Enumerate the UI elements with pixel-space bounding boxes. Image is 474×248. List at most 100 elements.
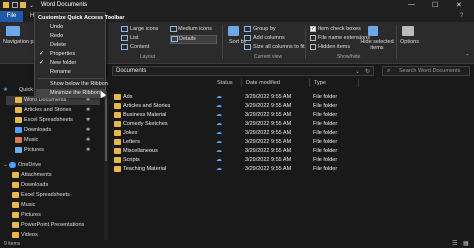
menu-item-new-folder[interactable]: ✓ New folder — [36, 59, 106, 68]
nav-item-od-downloads[interactable]: Downloads — [12, 181, 102, 190]
navigation-pane-icon[interactable] — [6, 26, 20, 36]
table-row[interactable]: Ads ☁ 3/29/2022 9:55 AM File folder — [108, 93, 474, 102]
menu-item-minimize-ribbon[interactable]: Minimize the Ribbon — [36, 89, 106, 98]
refresh-icon[interactable]: ↻ — [365, 68, 370, 75]
large-icons-icon — [121, 26, 128, 32]
music-icon — [15, 137, 22, 143]
folder-icon — [3, 2, 9, 8]
details-option[interactable]: Details — [179, 36, 196, 42]
tiles-view-icon[interactable]: ▦ — [463, 240, 469, 247]
chevron-down-icon: ⌄ — [3, 162, 8, 168]
scroll-thumb[interactable] — [105, 91, 107, 161]
hidden-items-label: Hidden items — [318, 44, 351, 50]
folder-icon — [114, 121, 121, 127]
details-view-icon[interactable]: ☰ — [452, 240, 457, 247]
table-row[interactable]: Business Material ☁ 3/29/2022 9:55 AM Fi… — [108, 111, 474, 120]
search-box[interactable]: ⌕ Search Word Documents — [382, 66, 470, 76]
quick-access-properties-icon[interactable] — [12, 2, 18, 8]
cloud-status-icon: ☁ — [216, 166, 222, 172]
table-row[interactable]: Letters ☁ 3/29/2022 9:55 AM File folder — [108, 138, 474, 147]
nav-item-od-music[interactable]: Music — [12, 201, 102, 210]
item-check-boxes-label: Item check boxes — [318, 26, 361, 32]
add-columns-button[interactable]: Add columns — [253, 35, 285, 41]
medium-icons-option[interactable]: Medium icons — [178, 26, 212, 32]
tab-file[interactable]: File — [0, 11, 23, 22]
folder-icon — [114, 112, 121, 118]
folder-icon — [15, 117, 22, 123]
quick-access-new-folder-icon[interactable] — [20, 2, 26, 8]
nav-item-od-videos[interactable]: Videos — [12, 231, 102, 240]
folder-icon — [114, 148, 121, 154]
list-option[interactable]: List — [130, 35, 139, 41]
address-path: Documents — [116, 68, 147, 74]
folder-icon — [12, 212, 19, 218]
table-row[interactable]: Scripts ☁ 3/29/2022 9:55 AM File folder — [108, 156, 474, 165]
nav-item-music[interactable]: Music ✱ — [6, 136, 100, 145]
column-date[interactable]: Date modified — [246, 80, 280, 86]
nav-item-pictures[interactable]: Pictures ✱ — [6, 146, 100, 155]
star-icon: ★ — [3, 87, 8, 93]
menu-item-show-below-ribbon[interactable]: Show below the Ribbon — [36, 80, 108, 89]
search-input[interactable]: Search Word Documents — [399, 68, 460, 74]
large-icons-option[interactable]: Large icons — [130, 26, 158, 32]
maximize-button[interactable]: ☐ — [432, 1, 438, 9]
hide-selected-icon[interactable] — [368, 26, 378, 36]
sort-icon[interactable] — [228, 26, 239, 36]
menu-item-undo[interactable]: Undo — [36, 23, 106, 32]
options-button[interactable]: Options — [400, 39, 419, 45]
item-check-boxes-checkbox[interactable]: ✓ — [310, 26, 316, 32]
size-columns-icon — [244, 44, 251, 50]
medium-icons-icon — [170, 26, 177, 32]
table-row[interactable]: Miscellaneous ☁ 3/29/2022 9:55 AM File f… — [108, 147, 474, 156]
details-icon — [171, 36, 178, 42]
menu-item-redo[interactable]: Redo — [36, 32, 106, 41]
status-bar: 9 items ☰ ▦ — [0, 240, 474, 248]
hide-selected-items-button[interactable]: Hide selected items — [359, 39, 395, 51]
check-icon: ✓ — [39, 60, 45, 66]
help-icon[interactable]: ? — [460, 13, 463, 19]
nav-item-articles[interactable]: Articles and Stories ✱ — [6, 106, 100, 115]
nav-onedrive[interactable]: ⌄ OneDrive — [3, 161, 103, 170]
folder-icon — [114, 103, 121, 109]
menu-divider — [38, 78, 104, 79]
menu-item-rename[interactable]: Rename — [36, 68, 106, 77]
address-dropdown-icon[interactable]: ⌄ — [355, 68, 360, 75]
table-row[interactable]: Comedy Sketches ☁ 3/29/2022 9:55 AM File… — [108, 120, 474, 129]
add-columns-icon — [244, 35, 251, 41]
menu-item-properties[interactable]: ✓ Properties — [36, 50, 106, 59]
cloud-status-icon: ☁ — [216, 94, 222, 100]
download-icon — [15, 127, 22, 133]
minimize-button[interactable]: — — [408, 1, 415, 8]
file-name-extensions-checkbox[interactable] — [310, 35, 316, 41]
hidden-items-checkbox[interactable] — [310, 44, 316, 50]
address-bar[interactable]: Documents ⌄ ↻ — [112, 66, 374, 76]
nav-item-od-excel[interactable]: Excel Spreadsheets — [12, 191, 102, 200]
table-row[interactable]: Jokes ☁ 3/29/2022 9:55 AM File folder — [108, 129, 474, 138]
quick-access-dropdown-icon[interactable]: ⌄ — [29, 2, 34, 9]
menu-item-delete[interactable]: Delete — [36, 41, 106, 50]
folder-icon — [114, 139, 121, 145]
folder-icon — [114, 157, 121, 163]
cloud-status-icon: ☁ — [216, 139, 222, 145]
cloud-status-icon: ☁ — [216, 148, 222, 154]
column-type[interactable]: Type — [314, 80, 326, 86]
table-row[interactable]: Teaching Material ☁ 3/29/2022 9:55 AM Fi… — [108, 165, 474, 174]
group-by-button[interactable]: Group by — [253, 26, 276, 32]
nav-item-excel[interactable]: Excel Spreadsheets ✱ — [6, 116, 100, 125]
size-all-columns-button[interactable]: Size all columns to fit — [253, 44, 305, 50]
collapse-ribbon-icon[interactable]: ⌃ — [465, 54, 470, 60]
table-row[interactable]: Articles and Stories ☁ 3/29/2022 9:55 AM… — [108, 102, 474, 111]
quick-access-menu: Customize Quick Access Toolbar Undo Redo… — [34, 12, 125, 98]
folder-icon — [12, 172, 19, 178]
nav-item-od-pictures[interactable]: Pictures — [12, 211, 102, 220]
folder-icon — [12, 192, 19, 198]
nav-item-attachments[interactable]: Attachments — [12, 171, 102, 180]
menu-title: Customize Quick Access Toolbar — [38, 15, 125, 21]
options-icon[interactable] — [402, 26, 414, 36]
content-option[interactable]: Content — [130, 44, 149, 50]
column-status[interactable]: Status — [217, 80, 233, 86]
close-button[interactable]: ✕ — [456, 1, 462, 9]
nav-item-downloads[interactable]: Downloads ✱ — [6, 126, 100, 135]
nav-item-od-powerpoint[interactable]: PowerPoint Presentations — [12, 221, 102, 230]
pin-icon: ✱ — [86, 117, 91, 123]
